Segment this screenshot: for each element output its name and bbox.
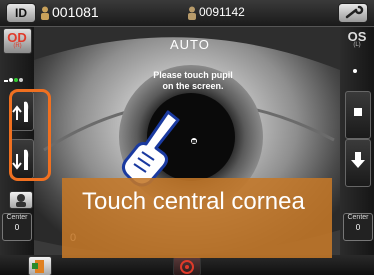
left-center-value: 0: [14, 223, 20, 232]
caption-box: Touch central cornea: [62, 178, 332, 258]
right-panel: OS (L) Center 0: [340, 27, 374, 275]
forehead-button[interactable]: [9, 191, 33, 209]
right-center-label: Center: [347, 214, 369, 221]
highlight-box: [9, 89, 51, 181]
wrench-icon: [345, 5, 364, 19]
instruction-line-1: Please touch pupil: [153, 70, 233, 80]
lower-button[interactable]: [345, 139, 371, 187]
down-arrow-icon: [351, 152, 365, 168]
os-sub-label: (L): [353, 42, 361, 48]
os-eye-button[interactable]: OS (L): [340, 28, 374, 52]
od-sub-label: (R): [13, 43, 22, 49]
right-center-indicator[interactable]: Center 0: [343, 213, 373, 241]
operator-id: 0091142: [199, 5, 245, 19]
caption-text: Touch central cornea: [82, 188, 305, 215]
status-dots: [4, 69, 23, 87]
upper-button[interactable]: [345, 91, 371, 139]
target-icon: [180, 260, 194, 274]
operator-icon: [188, 6, 196, 20]
right-center-value: 0: [355, 223, 361, 232]
instruction-text: Please touch pupil on the screen.: [130, 70, 256, 92]
ophthalmic-device-screen: ID 001081 0091142 OD (R) Center 0 OS (L)…: [0, 0, 374, 275]
patient-id: 001081: [52, 4, 99, 20]
od-eye-button[interactable]: OD (R): [3, 28, 32, 54]
exit-button[interactable]: [28, 256, 52, 275]
target-button[interactable]: [173, 256, 201, 275]
bottom-bar: [0, 255, 374, 275]
settings-button[interactable]: [338, 3, 368, 23]
head-icon: [16, 194, 26, 207]
mode-label: AUTO: [170, 37, 210, 52]
left-center-indicator[interactable]: Center 0: [2, 213, 32, 241]
top-bar: ID 001081 0091142: [0, 0, 374, 27]
left-center-label: Center: [6, 214, 28, 221]
exit-door-icon: [32, 260, 44, 273]
patient-icon: [41, 6, 49, 20]
instruction-line-2: on the screen.: [162, 81, 224, 91]
id-button[interactable]: ID: [6, 3, 36, 23]
up-block-icon: [354, 108, 362, 116]
status-dot: [353, 69, 357, 73]
pointing-hand-icon: [121, 110, 180, 187]
